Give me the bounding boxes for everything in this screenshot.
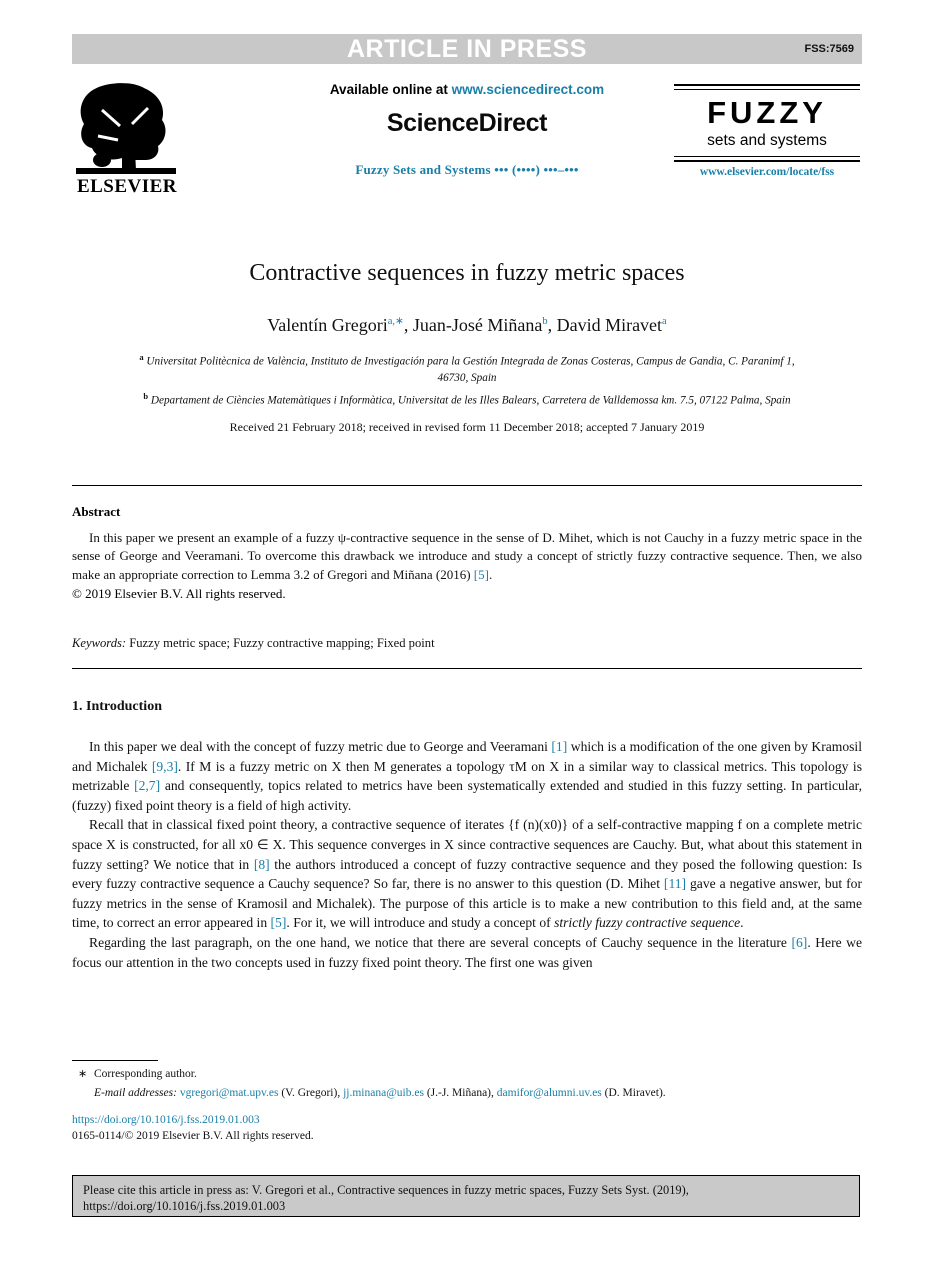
author-name: Valentín Gregori xyxy=(267,315,388,335)
available-online-line: Available online at www.sciencedirect.co… xyxy=(252,82,682,97)
footnote-block: ∗ Corresponding author. E-mail addresses… xyxy=(72,1066,862,1101)
article-in-press-label: ARTICLE IN PRESS xyxy=(347,35,587,63)
paper-page: ARTICLE IN PRESS FSS:7569 ELSEVIER Avail… xyxy=(0,0,935,1266)
svg-text:ELSEVIER: ELSEVIER xyxy=(77,176,177,197)
keywords-bottom-rule xyxy=(72,668,862,669)
citation-ref[interactable]: [8] xyxy=(254,857,270,872)
author-separator: , xyxy=(403,315,413,335)
cite-this-article-box: Please cite this article in press as: V.… xyxy=(72,1175,860,1217)
introduction-body: In this paper we deal with the concept o… xyxy=(72,737,862,972)
abstract-body: In this paper we present an example of a… xyxy=(72,529,862,584)
abstract-copyright: © 2019 Elsevier B.V. All rights reserved… xyxy=(72,586,286,602)
author-list: Valentín Gregoria,∗, Juan-José Miñanab, … xyxy=(72,315,862,336)
email-label: E-mail addresses: xyxy=(94,1087,177,1099)
available-online-prefix: Available online at xyxy=(329,82,452,97)
email-person: (D. Miravet). xyxy=(601,1087,666,1099)
paragraph: In this paper we deal with the concept o… xyxy=(72,737,862,815)
keywords-line: Keywords: Fuzzy metric space; Fuzzy cont… xyxy=(72,636,862,651)
abstract-citation-ref[interactable]: [5] xyxy=(474,567,489,582)
masthead: ELSEVIER Available online at www.science… xyxy=(72,78,862,218)
author-affil-marker: a xyxy=(662,316,667,327)
sciencedirect-url-link[interactable]: www.sciencedirect.com xyxy=(452,82,605,97)
sciencedirect-block: Available online at www.sciencedirect.co… xyxy=(252,82,682,178)
email-person: (J.-J. Miñana), xyxy=(423,1087,497,1099)
citation-ref[interactable]: [9,3] xyxy=(152,759,178,774)
p1-text-d: and consequently, topics related to metr… xyxy=(72,778,862,813)
keywords-value: Fuzzy metric space; Fuzzy contractive ma… xyxy=(126,636,435,650)
article-in-press-banner: ARTICLE IN PRESS FSS:7569 xyxy=(72,34,862,64)
p1-text-a: In this paper we deal with the concept o… xyxy=(89,739,552,754)
received-dates: Received 21 February 2018; received in r… xyxy=(229,420,705,435)
paragraph: Recall that in classical fixed point the… xyxy=(72,815,862,933)
affiliation-a-text: Universitat Politècnica de València, Ins… xyxy=(146,355,795,368)
doi-link[interactable]: https://doi.org/10.1016/j.fss.2019.01.00… xyxy=(72,1114,260,1126)
issn-copyright-line: 0165-0114/© 2019 Elsevier B.V. All right… xyxy=(72,1130,314,1142)
abstract-top-rule xyxy=(72,485,862,486)
footnote-star-marker: ∗ xyxy=(78,1068,88,1080)
journal-logo-subtitle: sets and systems xyxy=(707,132,827,149)
p2-italic-term: strictly fuzzy contractive sequence xyxy=(554,915,741,931)
footnote-rule xyxy=(72,1060,158,1061)
cite-line-1: Please cite this article in press as: V.… xyxy=(83,1183,689,1197)
author-affil-marker: a, xyxy=(387,316,396,327)
affiliation-a: a Universitat Politècnica de València, I… xyxy=(72,349,862,386)
cite-text: Please cite this article in press as: V.… xyxy=(73,1176,859,1214)
article-code-label: FSS:7569 xyxy=(804,43,854,55)
email-link[interactable]: damifor@alumni.uv.es xyxy=(497,1087,602,1099)
author-separator: , xyxy=(547,315,557,335)
email-link[interactable]: vgregori@mat.upv.es xyxy=(180,1087,279,1099)
email-person: (V. Gregori), xyxy=(278,1087,344,1099)
author-name: David Miravet xyxy=(556,315,663,335)
title-block: Contractive sequences in fuzzy metric sp… xyxy=(72,258,862,435)
logo-top-rule xyxy=(674,84,860,90)
affiliation-b-text: Departament de Ciències Matemàtiques i I… xyxy=(150,394,791,407)
p2-text-d: . For it, we will introduce and study a … xyxy=(286,915,555,931)
abstract-text-part2: . xyxy=(488,566,493,582)
citation-ref[interactable]: [1] xyxy=(551,739,567,754)
citation-ref[interactable]: [2,7] xyxy=(134,778,160,793)
paragraph: Regarding the last paragraph, on the one… xyxy=(72,933,862,972)
email-addresses-line: E-mail addresses: vgregori@mat.upv.es (V… xyxy=(94,1085,862,1101)
journal-logo-title: FUZZY xyxy=(707,95,827,130)
journal-logo: FUZZY sets and systems www.elsevier.com/… xyxy=(672,84,862,178)
affiliation-b: b Departament de Ciències Matemàtiques i… xyxy=(72,388,862,409)
affiliation-a-text2: 46730, Spain xyxy=(437,371,497,384)
author-name: Juan-José Miñana xyxy=(412,315,543,335)
journal-url-link[interactable]: www.elsevier.com/locate/fss xyxy=(672,166,862,178)
p3-text-a: Regarding the last paragraph, on the one… xyxy=(89,934,792,950)
elsevier-logo: ELSEVIER xyxy=(72,80,182,198)
page-title: Contractive sequences in fuzzy metric sp… xyxy=(249,260,685,286)
email-link[interactable]: jj.minana@uib.es xyxy=(343,1087,424,1099)
keywords-label: Keywords: xyxy=(72,636,127,650)
logo-bottom-rule xyxy=(674,156,860,162)
cite-line-2: https://doi.org/10.1016/j.fss.2019.01.00… xyxy=(83,1199,286,1213)
abstract-text-part1: In this paper we present an example of a… xyxy=(72,530,862,582)
citation-ref[interactable]: [5] xyxy=(271,915,287,930)
section-heading-introduction: 1. Introduction xyxy=(72,699,162,714)
p2-text-e: . xyxy=(740,915,744,931)
abstract-heading: Abstract xyxy=(72,504,121,519)
journal-reference-line: Fuzzy Sets and Systems ••• (••••) •••–••… xyxy=(355,162,579,177)
affiliation-a-marker: a xyxy=(139,352,144,362)
citation-ref[interactable]: [11] xyxy=(664,876,686,891)
affiliation-b-marker: b xyxy=(143,390,149,401)
corresponding-author-note: Corresponding author. xyxy=(94,1068,197,1080)
abstract-section: Abstract In this paper we present an exa… xyxy=(72,504,862,604)
corresponding-author-marker[interactable]: ∗ xyxy=(395,316,404,327)
citation-ref[interactable]: [6] xyxy=(791,935,807,950)
sciencedirect-wordmark: ScienceDirect xyxy=(386,109,548,137)
